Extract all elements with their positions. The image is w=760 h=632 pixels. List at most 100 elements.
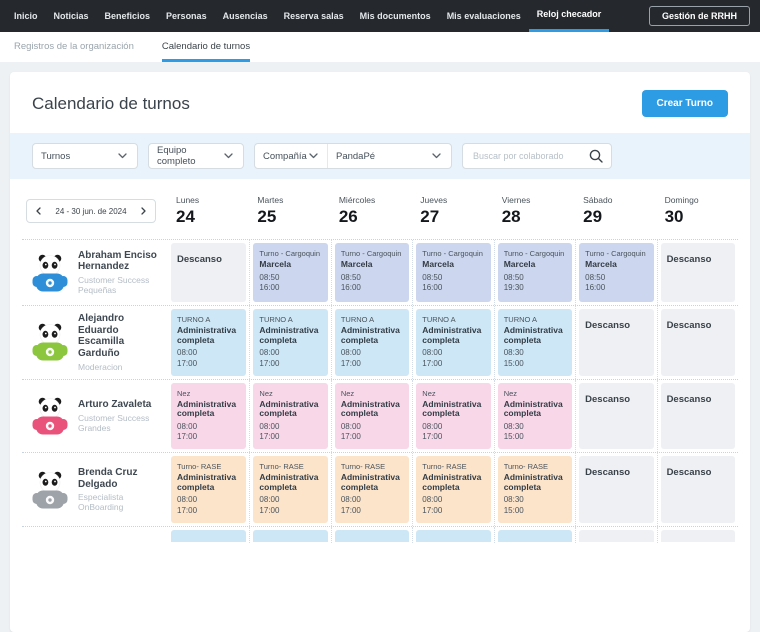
employee-name: Alejandro Eduardo Escamilla Garduño [78,313,164,360]
shift-title: Administrativa completa [177,400,240,419]
shift-cell[interactable]: Turno- RASEAdministrativa completa08:001… [335,456,409,523]
nav-item-beneficios[interactable]: Beneficios [97,0,159,32]
shift-cell[interactable]: Turno - CargoquinMarcela08:5016:00 [335,243,409,302]
company-type-select[interactable]: Compañía [255,144,327,168]
rest-cell[interactable]: Descanso [661,243,735,302]
company-value-select[interactable]: PandaPé [327,144,451,168]
shift-cell[interactable]: TURNO AAdministrativa completa08:0017:00 [335,309,409,376]
shift-start-time: 08:30 [504,348,566,359]
shift-cell[interactable]: NezAdministrativa completa08:3015:00 [498,383,572,450]
day-name: Viernes [502,195,575,205]
day-header-miercoles: Miércoles26 [331,195,412,227]
shift-cell[interactable]: NezAdministrativa completa08:0017:00 [335,383,409,450]
shift-cell[interactable]: TURNO AAdministrativa completa08:3015:00 [498,309,572,376]
cell-slot-r2-c5: TURNO AAdministrativa completa08:3015:00 [494,306,575,379]
cell-slot-r3-c4: NezAdministrativa completa08:0017:00 [412,380,493,453]
rest-cell[interactable]: Descanso [579,309,653,376]
shift-cell[interactable]: TURNO AAdministrativa completa08:0017:00 [171,309,246,376]
rest-cell[interactable]: Descanso [579,456,653,523]
partial-row [22,527,738,543]
employee-row-brenda: Brenda Cruz DelgadoEspecialista OnBoardi… [22,453,738,527]
day-name: Domingo [665,195,738,205]
shift-cell[interactable] [253,530,327,542]
avatar [30,322,70,362]
shift-cell[interactable]: Turno- RASEAdministrativa completa08:301… [498,456,572,523]
rest-label: Descanso [585,467,630,478]
shift-cell[interactable] [171,530,246,542]
shift-end-time: 17:00 [422,432,484,443]
tab-calendario-turnos[interactable]: Calendario de turnos [162,32,250,62]
day-number: 26 [339,207,358,226]
shift-cell[interactable] [335,530,409,542]
nav-item-reserva-salas[interactable]: Reserva salas [276,0,352,32]
shift-end-time: 16:00 [341,283,403,294]
day-number: 30 [665,207,684,226]
shift-cell[interactable]: Turno - CargoquinMarcela08:5016:00 [579,243,653,302]
shift-cell[interactable]: Turno- RASEAdministrativa completa08:001… [171,456,246,523]
shift-cell[interactable]: Turno - CargoquinMarcela08:5016:00 [416,243,490,302]
cell-slot-r3-c3: NezAdministrativa completa08:0017:00 [331,380,412,453]
chevron-down-icon [222,151,235,161]
shift-cell[interactable]: NezAdministrativa completa08:0017:00 [253,383,327,450]
turnos-select-value: Turnos [41,151,70,162]
employee-role: Customer Success Pequeñas [78,275,164,295]
cell-slot-r5-c7 [657,527,738,543]
shift-cell[interactable]: NezAdministrativa completa08:0017:00 [416,383,490,450]
shift-cell[interactable] [661,530,735,542]
nav-item-mis-evaluaciones[interactable]: Mis evaluaciones [439,0,529,32]
nav-item-noticias[interactable]: Noticias [46,0,97,32]
nav-item-mis-documentos[interactable]: Mis documentos [352,0,439,32]
day-number: 24 [176,207,195,226]
equipo-select[interactable]: Equipo completo [148,143,244,169]
avatar [30,470,70,510]
search-icon[interactable] [586,146,606,166]
nav-item-ausencias[interactable]: Ausencias [215,0,276,32]
equipo-select-value: Equipo completo [157,145,222,167]
shift-end-time: 15:00 [504,359,566,370]
cell-slot-r2-c4: TURNO AAdministrativa completa08:0017:00 [412,306,493,379]
tab-registros-organizacion[interactable]: Registros de la organización [14,32,134,62]
employee-cell: Brenda Cruz DelgadoEspecialista OnBoardi… [22,453,168,526]
next-week-icon[interactable] [139,205,148,217]
rest-cell[interactable]: Descanso [579,383,653,450]
rest-label: Descanso [585,320,630,331]
shift-cell[interactable]: Turno- RASEAdministrativa completa08:001… [416,456,490,523]
day-header-sabado: Sábado29 [575,195,656,227]
prev-week-icon[interactable] [34,205,43,217]
nav-item-inicio[interactable]: Inicio [6,0,46,32]
shift-end-time: 16:00 [422,283,484,294]
turnos-select[interactable]: Turnos [32,143,138,169]
search-input[interactable] [471,150,586,162]
nav-item-reloj-checador[interactable]: Reloj checador [529,0,610,32]
week-header: 24 - 30 jun. de 2024 Lunes24Martes25Miér… [22,179,738,239]
cell-slot-r2-c3: TURNO AAdministrativa completa08:0017:00 [331,306,412,379]
shift-cell[interactable] [579,530,653,542]
crear-turno-button[interactable]: Crear Turno [642,90,729,117]
day-header-lunes: Lunes24 [168,195,249,227]
shift-tag: Nez [422,389,484,398]
shift-cell[interactable] [498,530,572,542]
shift-start-time: 08:00 [177,348,240,359]
shift-cell[interactable]: NezAdministrativa completa08:0017:00 [171,383,246,450]
shift-cell[interactable]: Turno - CargoquinMarcela08:5019:30 [498,243,572,302]
shift-cell[interactable]: TURNO AAdministrativa completa08:0017:00 [253,309,327,376]
shift-end-time: 17:00 [341,506,403,517]
cell-slot-r4-c1: Turno- RASEAdministrativa completa08:001… [168,453,249,526]
shift-start-time: 08:00 [259,348,321,359]
rest-cell[interactable]: Descanso [661,309,735,376]
rest-cell[interactable]: Descanso [171,243,246,302]
gestion-rrhh-button[interactable]: Gestión de RRHH [649,6,750,26]
shift-cell[interactable]: Turno - CargoquinMarcela08:5016:00 [253,243,327,302]
nav-item-personas[interactable]: Personas [158,0,215,32]
shift-cell[interactable]: TURNO AAdministrativa completa08:0017:00 [416,309,490,376]
rest-cell[interactable]: Descanso [661,456,735,523]
shift-cell[interactable] [416,530,490,542]
cell-slot-r1-c6: Turno - CargoquinMarcela08:5016:00 [575,240,656,305]
shift-title: Marcela [504,260,566,270]
rest-cell[interactable]: Descanso [661,383,735,450]
shift-cell[interactable]: Turno- RASEAdministrativa completa08:001… [253,456,327,523]
shift-end-time: 19:30 [504,283,566,294]
cell-slot-r4-c3: Turno- RASEAdministrativa completa08:001… [331,453,412,526]
cell-slot-r5-c1 [168,527,249,543]
day-header-viernes: Viernes28 [494,195,575,227]
